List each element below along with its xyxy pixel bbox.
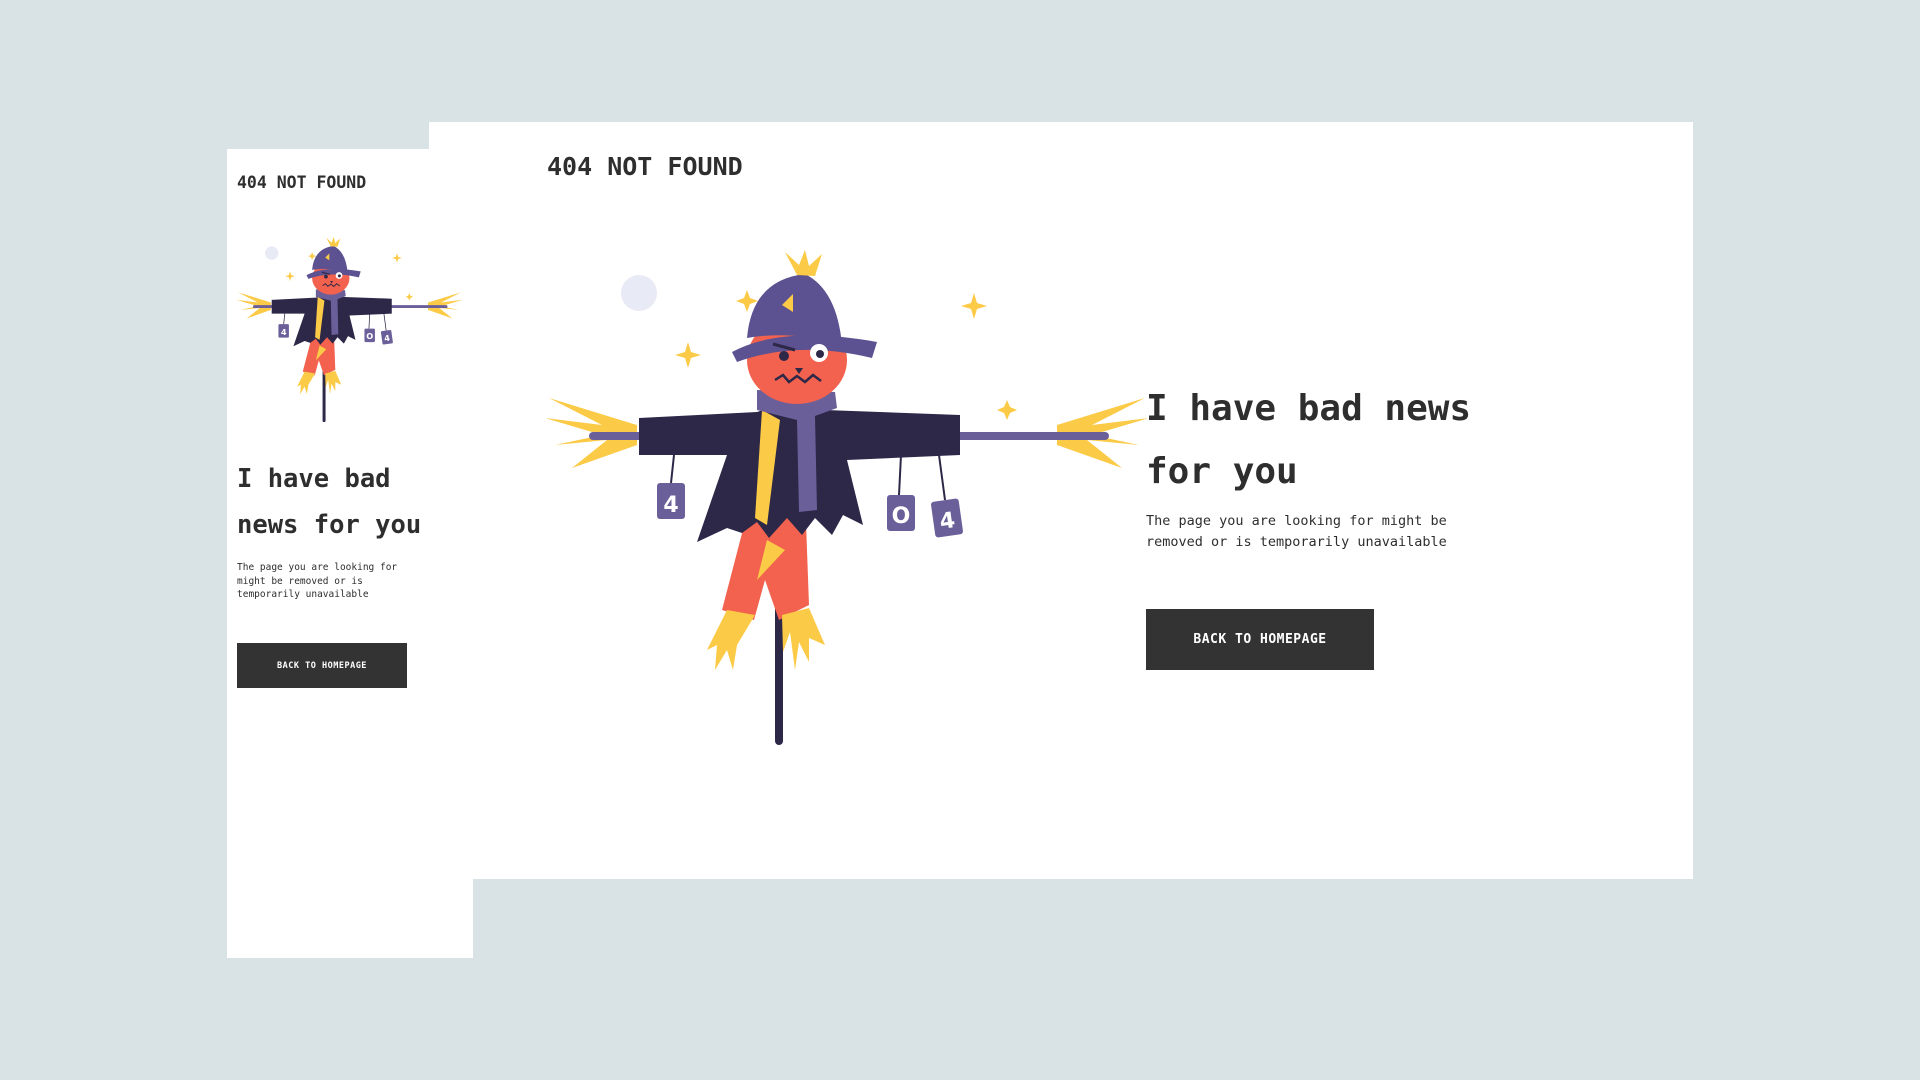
headline-line-1: I have bad news bbox=[1146, 388, 1472, 429]
headline-line-2: for you bbox=[1146, 451, 1298, 492]
brand-logo-text[interactable]: 404 NOT FOUND bbox=[237, 173, 366, 192]
headline-line-1: I have bad bbox=[237, 464, 391, 494]
brand-logo-text[interactable]: 404 NOT FOUND bbox=[547, 152, 743, 181]
headline: I have bad news for you bbox=[237, 456, 467, 548]
scarecrow-illustration bbox=[237, 237, 462, 423]
description-text: The page you are looking for might be re… bbox=[1146, 513, 1447, 550]
headline: I have bad news for you bbox=[1146, 377, 1506, 503]
headline-line-2: news for you bbox=[237, 510, 422, 540]
desktop-preview-card: 404 NOT FOUND I have bad news for you Th… bbox=[429, 122, 1693, 879]
back-to-homepage-button[interactable]: BACK TO HOMEPAGE bbox=[237, 643, 407, 688]
back-to-homepage-button[interactable]: BACK TO HOMEPAGE bbox=[1146, 609, 1374, 670]
description-text: The page you are looking for might be re… bbox=[237, 562, 398, 600]
scarecrow-illustration bbox=[547, 250, 1147, 747]
mobile-preview-card: 404 NOT FOUND I have bad news for you Th… bbox=[227, 149, 473, 958]
